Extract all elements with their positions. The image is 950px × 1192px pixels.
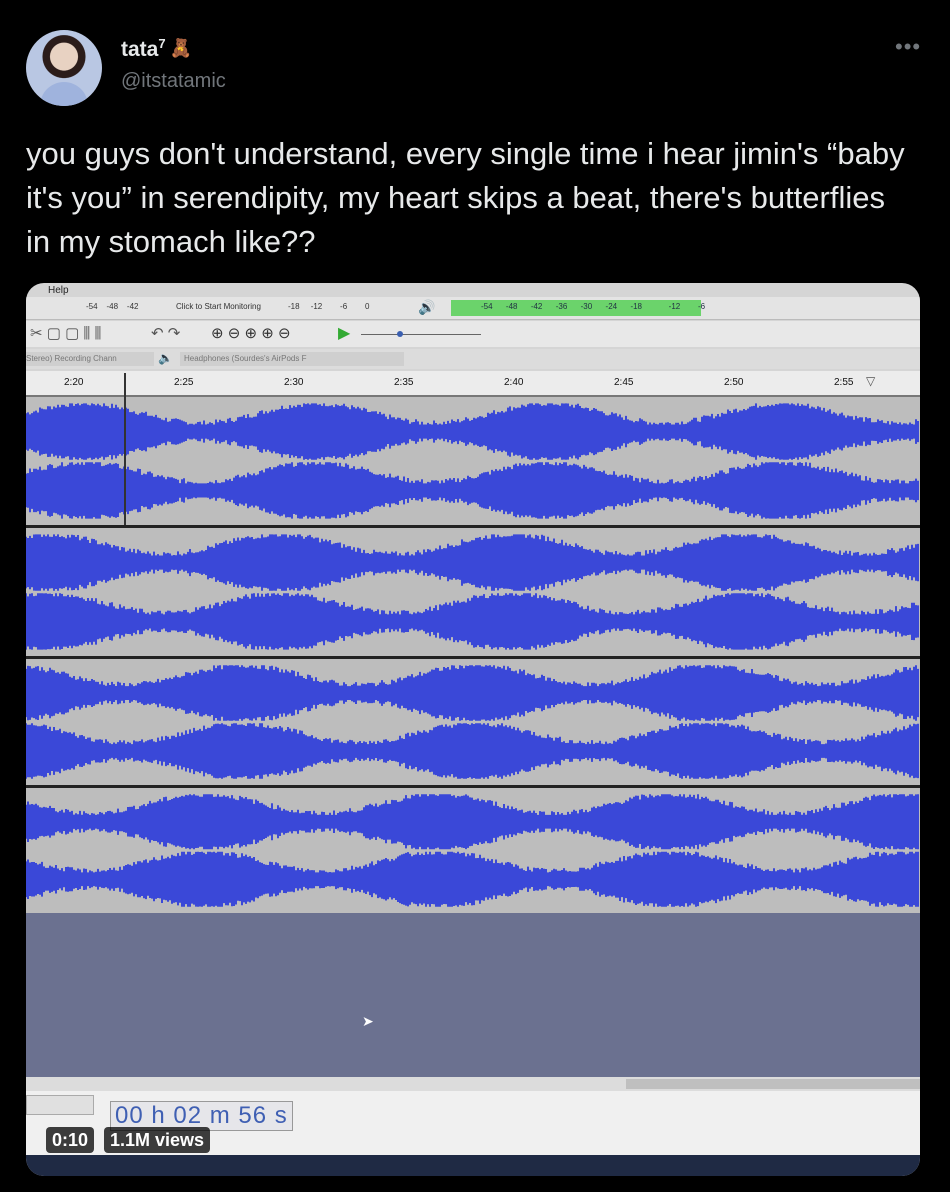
horizontal-scrollbar[interactable] bbox=[26, 1077, 920, 1091]
ruler-tick: 2:55 bbox=[834, 377, 854, 388]
ruler-tick: 2:25 bbox=[174, 377, 194, 388]
waveform-channel bbox=[26, 851, 919, 907]
meter-ticks-right: -54 -48 -42 -36 -30 -24 -18 -12 -6 bbox=[481, 302, 706, 311]
ruler-tick: 2:30 bbox=[284, 377, 304, 388]
waveform-channel bbox=[26, 593, 919, 650]
meter-ticks-left: -54 -48 -42 bbox=[86, 302, 139, 311]
speaker-icon[interactable]: 🔊 bbox=[418, 299, 435, 316]
waveform-channel bbox=[26, 462, 919, 519]
avatar-shirt bbox=[40, 82, 88, 106]
playback-device-select[interactable]: Headphones (Sourdes's AirPods F bbox=[180, 352, 404, 366]
os-taskbar bbox=[26, 1155, 920, 1176]
ruler-tick: 2:45 bbox=[614, 377, 634, 388]
elapsed-badge: 0:10 bbox=[46, 1127, 95, 1153]
waveform-track[interactable] bbox=[26, 397, 920, 528]
ruler-tick: 2:40 bbox=[504, 377, 524, 388]
device-toolbar: Stereo) Recording Chann 🔈 Headphones (So… bbox=[26, 349, 920, 369]
play-icon[interactable]: ▶ bbox=[338, 323, 350, 343]
mouse-pointer-icon: ➤ bbox=[362, 1013, 374, 1029]
cursor-line bbox=[124, 395, 126, 525]
empty-track-area[interactable] bbox=[26, 913, 920, 1077]
waveform-channel bbox=[26, 665, 919, 721]
profile-avatar[interactable] bbox=[26, 30, 102, 106]
playback-speed-slider[interactable] bbox=[361, 334, 481, 335]
speaker-device-icon: 🔈 bbox=[158, 351, 173, 365]
zoom-icons[interactable]: ⊕ ⊖ ⊕ ⊕ ⊖ bbox=[211, 324, 291, 342]
display-name[interactable]: tata7 🧸 bbox=[121, 36, 192, 62]
timeline-marker-icon: ▽ bbox=[866, 374, 876, 388]
undo-redo-icons[interactable]: ↶ ↷ bbox=[151, 324, 180, 342]
views-badge: 1.1M views bbox=[104, 1127, 211, 1153]
ruler-tick: 2:50 bbox=[724, 377, 744, 388]
timeline-ruler[interactable]: 2:20 2:25 2:30 2:35 2:40 2:45 2:50 2:55 … bbox=[26, 371, 920, 397]
slider-knob[interactable] bbox=[397, 331, 403, 337]
waveform bbox=[26, 403, 919, 519]
edit-tool-icons[interactable]: ✂ ▢ ▢ ⫼ ⫼ bbox=[30, 324, 101, 342]
waveform bbox=[26, 534, 919, 650]
edit-toolbar: ✂ ▢ ▢ ⫼ ⫼ ↶ ↷ ⊕ ⊖ ⊕ ⊕ ⊖ ▶ bbox=[26, 321, 920, 347]
waveform-channel bbox=[26, 794, 919, 850]
waveform bbox=[26, 794, 919, 907]
waveform bbox=[26, 665, 919, 779]
waveform-track[interactable] bbox=[26, 659, 920, 788]
waveform-track[interactable] bbox=[26, 528, 920, 659]
meter-ticks-mid: -18 -12 -6 0 bbox=[288, 302, 370, 311]
video-player[interactable]: Help -54 -48 -42 Click to Start Monitori… bbox=[26, 283, 920, 1176]
ruler-tick: 2:35 bbox=[394, 377, 414, 388]
project-rate-select[interactable] bbox=[26, 1095, 94, 1115]
tweet-text: you guys don't understand, every single … bbox=[26, 136, 905, 259]
monitor-label[interactable]: Click to Start Monitoring bbox=[176, 302, 261, 311]
waveform-channel bbox=[26, 534, 919, 591]
user-handle[interactable]: @itstatamic bbox=[121, 70, 226, 93]
recording-channels-select[interactable]: Stereo) Recording Chann bbox=[26, 352, 154, 366]
menu-help: Help bbox=[48, 285, 69, 296]
playhead[interactable] bbox=[124, 373, 126, 397]
more-options-icon[interactable]: ••• bbox=[895, 34, 921, 60]
playback-meter: -54 -48 -42 -36 -30 -24 -18 -12 -6 bbox=[451, 300, 705, 316]
waveform-channel bbox=[26, 723, 919, 779]
waveform-channel bbox=[26, 403, 919, 460]
scroll-thumb[interactable] bbox=[626, 1079, 920, 1089]
waveform-track[interactable] bbox=[26, 788, 920, 916]
ruler-tick: 2:20 bbox=[64, 377, 84, 388]
teddy-bear-icon: 🧸 bbox=[169, 38, 193, 58]
